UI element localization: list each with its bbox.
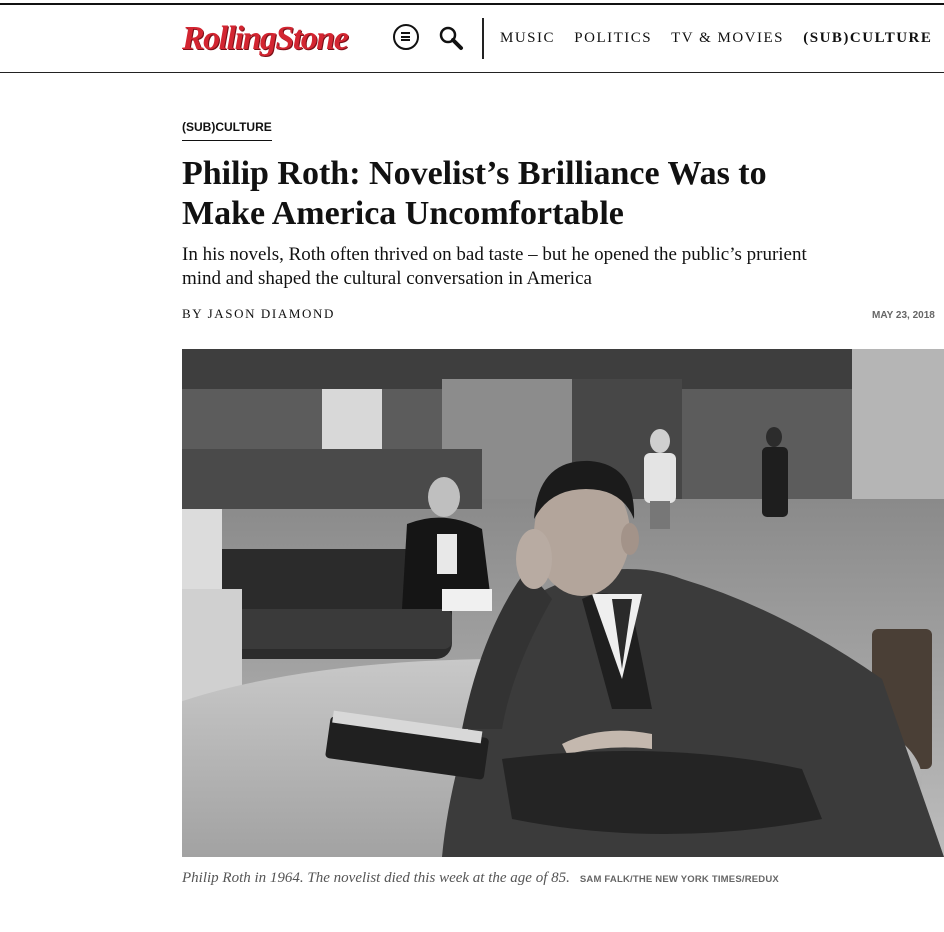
nav-item-politics[interactable]: POLITICS xyxy=(574,30,652,46)
rolling-stone-logo[interactable]: RollingStone xyxy=(182,19,349,59)
article-byline[interactable]: BY JASON DIAMOND xyxy=(182,306,335,322)
nav-item-subculture[interactable]: (SUB)CULTURE xyxy=(803,30,932,46)
photo-credit: SAM FALK/THE NEW YORK TIMES/REDUX xyxy=(579,874,779,885)
main-nav: MUSIC POLITICS TV & MOVIES (SUB)CULTURE … xyxy=(500,30,944,47)
caption-text: Philip Roth in 1964. The novelist died t… xyxy=(182,870,570,886)
hamburger-menu-icon xyxy=(401,32,410,41)
search-button[interactable] xyxy=(438,25,464,51)
nav-item-music[interactable]: MUSIC xyxy=(500,30,555,46)
nav-item-tv-movies[interactable]: TV & MOVIES xyxy=(671,30,784,46)
site-header: RollingStone MUSIC POLITICS TV & MOVIES … xyxy=(0,5,944,73)
article-date: MAY 23, 2018 xyxy=(872,310,935,321)
photo-caption: Philip Roth in 1964. The novelist died t… xyxy=(182,869,779,887)
article-dek: In his novels, Roth often thrived on bad… xyxy=(182,244,807,289)
section-tag-link[interactable]: (SUB)CULTURE xyxy=(182,120,272,141)
header-divider xyxy=(482,18,484,59)
article-headline: Philip Roth: Novelist’s Brilliance Was t… xyxy=(182,155,767,232)
menu-button[interactable] xyxy=(393,24,419,50)
search-icon xyxy=(439,26,463,50)
article-hero-photo xyxy=(182,349,944,857)
